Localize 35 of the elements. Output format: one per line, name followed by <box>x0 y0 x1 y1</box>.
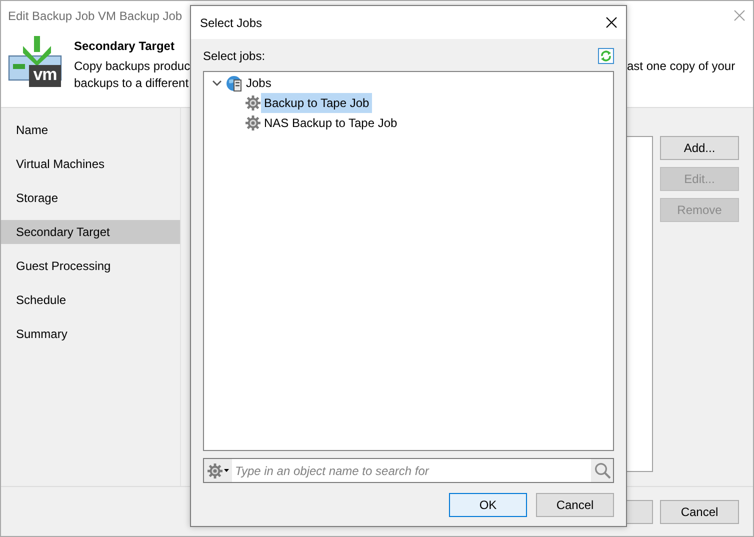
window-title: Edit Backup Job VM Backup Job <box>8 8 182 22</box>
wizard-step[interactable]: Storage <box>1 186 180 210</box>
wizard-step[interactable]: Virtual Machines <box>1 152 180 176</box>
search-field[interactable]: Type in an object name to search for <box>203 458 614 483</box>
description-text: ast one copy of your <box>627 59 736 73</box>
filter-dropdown-button[interactable] <box>204 459 232 482</box>
gear-icon <box>245 115 261 131</box>
globe-server-icon <box>226 74 243 92</box>
refresh-icon[interactable] <box>598 48 614 64</box>
gear-icon <box>245 95 261 111</box>
wizard-step[interactable]: Name <box>1 118 180 142</box>
list-button[interactable]: Add... <box>660 136 739 160</box>
wizard-step[interactable]: Secondary Target <box>1 220 180 244</box>
description-text: Copy backups produc <box>74 59 190 73</box>
cancel-button[interactable]: Cancel <box>660 500 739 524</box>
dialog-title: Select Jobs <box>200 16 262 30</box>
wizard-step[interactable]: Summary <box>1 322 180 346</box>
dialog-button[interactable]: OK <box>449 493 527 517</box>
tree-item[interactable]: Jobs <box>243 73 274 93</box>
search-input[interactable]: Type in an object name to search for <box>232 464 591 478</box>
vm-label: vm <box>29 65 61 87</box>
search-icon <box>594 462 610 479</box>
wizard-step[interactable]: Guest Processing <box>1 254 180 278</box>
description-text: backups to a different <box>74 76 189 90</box>
close-icon[interactable] <box>606 17 617 28</box>
gear-icon <box>207 462 223 478</box>
wizard-step[interactable]: Schedule <box>1 288 180 312</box>
list-label: Select jobs: <box>203 49 266 63</box>
dialog-button[interactable]: Cancel <box>536 493 614 517</box>
search-button[interactable] <box>591 459 613 482</box>
caret-icon <box>224 469 229 472</box>
collapse-chevron-icon[interactable] <box>212 78 222 88</box>
page-title: Secondary Target <box>74 39 176 53</box>
tree-item[interactable]: NAS Backup to Tape Job <box>261 113 400 133</box>
tree-item[interactable]: Backup to Tape Job <box>261 93 372 113</box>
